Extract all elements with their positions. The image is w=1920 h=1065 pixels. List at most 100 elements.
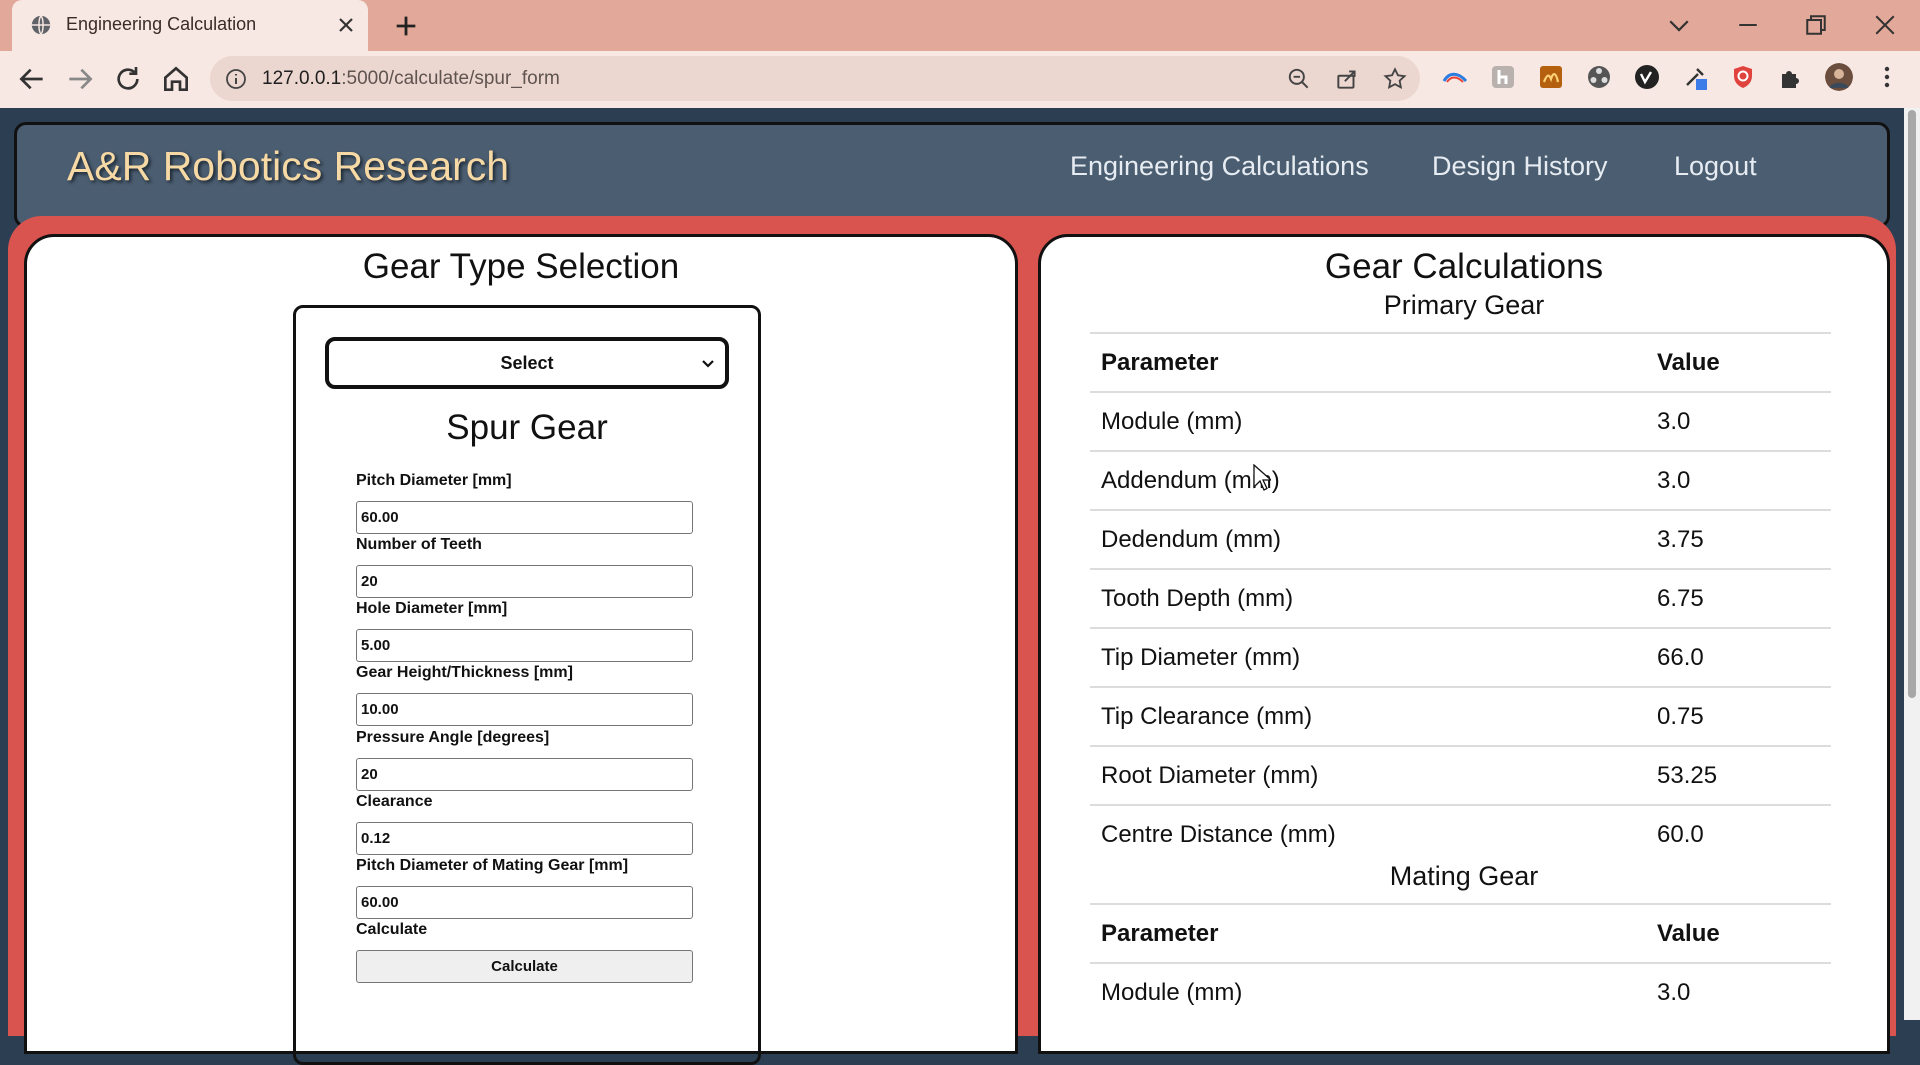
nav-design-history[interactable]: Design History	[1432, 151, 1608, 182]
number-of-teeth-input[interactable]	[356, 565, 693, 598]
puzzle-extensions-icon[interactable]	[1777, 63, 1805, 91]
param-cell: Module (mm)	[1090, 962, 1646, 1021]
back-arrow-icon[interactable]	[16, 63, 48, 95]
param-cell: Tip Diameter (mm)	[1090, 627, 1646, 687]
forward-arrow-icon[interactable]	[64, 63, 96, 95]
table-header-row: Parameter Value	[1090, 332, 1831, 392]
extension-reel-icon[interactable]	[1585, 63, 1613, 91]
param-cell: Dedendum (mm)	[1090, 509, 1646, 569]
value-cell: 3.0	[1646, 391, 1831, 451]
calculate-button[interactable]: Calculate	[356, 950, 693, 983]
gear-thickness-input[interactable]	[356, 693, 693, 726]
minimize-icon[interactable]	[1733, 10, 1763, 40]
page-scrollbar[interactable]	[1904, 108, 1920, 1020]
table-header-row: Parameter Value	[1090, 903, 1831, 963]
shield-extension-icon[interactable]	[1729, 63, 1757, 91]
hole-diameter-input[interactable]	[356, 629, 693, 662]
field-label: Hole Diameter [mm]	[356, 600, 508, 617]
value-cell: 0.75	[1646, 686, 1831, 746]
field-label: Clearance	[356, 793, 433, 810]
param-cell: Tip Clearance (mm)	[1090, 686, 1646, 746]
url-host: 127.0.0.1	[262, 68, 342, 89]
nav-logout[interactable]: Logout	[1674, 151, 1757, 182]
table-row: Module (mm) 3.0	[1090, 391, 1831, 451]
window-close-icon[interactable]	[1870, 10, 1900, 40]
extension-camel-icon[interactable]	[1537, 63, 1565, 91]
gear-type-select[interactable]: Select	[325, 337, 729, 389]
column-header: Parameter	[1090, 332, 1646, 392]
value-cell: 3.75	[1646, 509, 1831, 569]
url-text[interactable]: 127.0.0.1:5000/calculate/spur_form	[262, 68, 560, 90]
mating-pitch-diameter-input[interactable]	[356, 886, 693, 919]
table-row: Root Diameter (mm) 53.25	[1090, 745, 1831, 805]
column-header: Value	[1646, 903, 1831, 963]
param-cell: Module (mm)	[1090, 391, 1646, 451]
mating-gear-table: Parameter Value Module (mm) 3.0	[1090, 903, 1831, 1021]
reload-icon[interactable]	[112, 63, 144, 95]
browser-tab[interactable]: Engineering Calculation	[12, 0, 368, 51]
nav-engineering-calculations[interactable]: Engineering Calculations	[1070, 151, 1369, 182]
column-header: Value	[1646, 332, 1831, 392]
content-panel: Gear Type Selection Select Spur Gear Pit…	[8, 216, 1896, 1065]
param-cell: Centre Distance (mm)	[1090, 804, 1646, 863]
value-cell: 3.0	[1646, 450, 1831, 510]
field-label: Pressure Angle [degrees]	[356, 729, 550, 746]
param-cell: Addendum (mm)	[1090, 450, 1646, 510]
profile-avatar[interactable]	[1825, 63, 1853, 91]
share-icon[interactable]	[1334, 66, 1360, 92]
address-bar[interactable]: 127.0.0.1:5000/calculate/spur_form	[210, 56, 1420, 101]
table-row: Tip Clearance (mm) 0.75	[1090, 686, 1831, 746]
spur-gear-form: Select Spur Gear Pitch Diameter [mm] Num…	[293, 305, 761, 1065]
home-icon[interactable]	[160, 63, 192, 95]
table-row: Centre Distance (mm) 60.0	[1090, 804, 1831, 863]
scrollbar-thumb[interactable]	[1908, 110, 1916, 698]
chevron-down-icon	[702, 360, 714, 368]
card-title: Gear Type Selection	[362, 247, 680, 286]
field-label: Pitch Diameter of Mating Gear [mm]	[356, 857, 629, 874]
param-cell: Root Diameter (mm)	[1090, 745, 1646, 805]
extension-vimeo-icon[interactable]	[1633, 63, 1661, 91]
mouse-cursor-icon	[1253, 464, 1271, 491]
calculate-label: Calculate	[356, 921, 428, 938]
field-label: Pitch Diameter [mm]	[356, 472, 512, 489]
param-cell: Tooth Depth (mm)	[1090, 568, 1646, 628]
table-row: Tip Diameter (mm) 66.0	[1090, 627, 1831, 687]
restore-icon[interactable]	[1801, 10, 1831, 40]
pressure-angle-input[interactable]	[356, 758, 693, 791]
url-path: :5000/calculate/spur_form	[341, 68, 560, 89]
extension-arc-icon[interactable]	[1441, 63, 1469, 91]
column-header: Parameter	[1090, 903, 1646, 963]
value-cell: 53.25	[1646, 745, 1831, 805]
gear-type-selection-card: Gear Type Selection Select Spur Gear Pit…	[24, 234, 1018, 1065]
value-cell: 66.0	[1646, 627, 1831, 687]
form-title: Spur Gear	[446, 408, 608, 447]
primary-gear-heading: Primary Gear	[1383, 290, 1545, 320]
browser-tabstrip: Engineering Calculation	[0, 0, 1920, 51]
table-row: Tooth Depth (mm) 6.75	[1090, 568, 1831, 628]
eyedropper-extension-icon[interactable]	[1681, 63, 1709, 91]
pitch-diameter-input[interactable]	[356, 501, 693, 534]
field-label: Number of Teeth	[356, 536, 482, 553]
table-row: Module (mm) 3.0	[1090, 962, 1831, 1021]
value-cell: 6.75	[1646, 568, 1831, 628]
value-cell: 3.0	[1646, 962, 1831, 1021]
browser-menu-icon[interactable]	[1873, 63, 1901, 91]
site-navbar: A&R Robotics Research Engineering Calcul…	[14, 122, 1890, 228]
chevron-down-icon[interactable]	[1664, 10, 1694, 40]
star-icon[interactable]	[1382, 66, 1408, 92]
field-label: Gear Height/Thickness [mm]	[356, 664, 573, 681]
primary-gear-table: Parameter Value Module (mm) 3.0 Addendum …	[1090, 332, 1831, 863]
clearance-input[interactable]	[356, 822, 693, 855]
close-icon[interactable]	[334, 13, 358, 37]
tab-title: Engineering Calculation	[66, 14, 257, 34]
new-tab-icon[interactable]	[392, 12, 420, 40]
brand-logo-text[interactable]: A&R Robotics Research	[67, 143, 509, 190]
gear-calculations-card: Gear Calculations Primary Gear Parameter…	[1038, 234, 1890, 1054]
info-icon[interactable]	[224, 67, 248, 91]
browser-toolbar: 127.0.0.1:5000/calculate/spur_form	[0, 51, 1920, 109]
extension-h-icon[interactable]	[1489, 63, 1517, 91]
web-page: A&R Robotics Research Engineering Calcul…	[0, 108, 1904, 1065]
globe-icon	[31, 15, 51, 35]
zoom-out-icon[interactable]	[1286, 66, 1312, 92]
select-value: Select	[500, 353, 554, 373]
